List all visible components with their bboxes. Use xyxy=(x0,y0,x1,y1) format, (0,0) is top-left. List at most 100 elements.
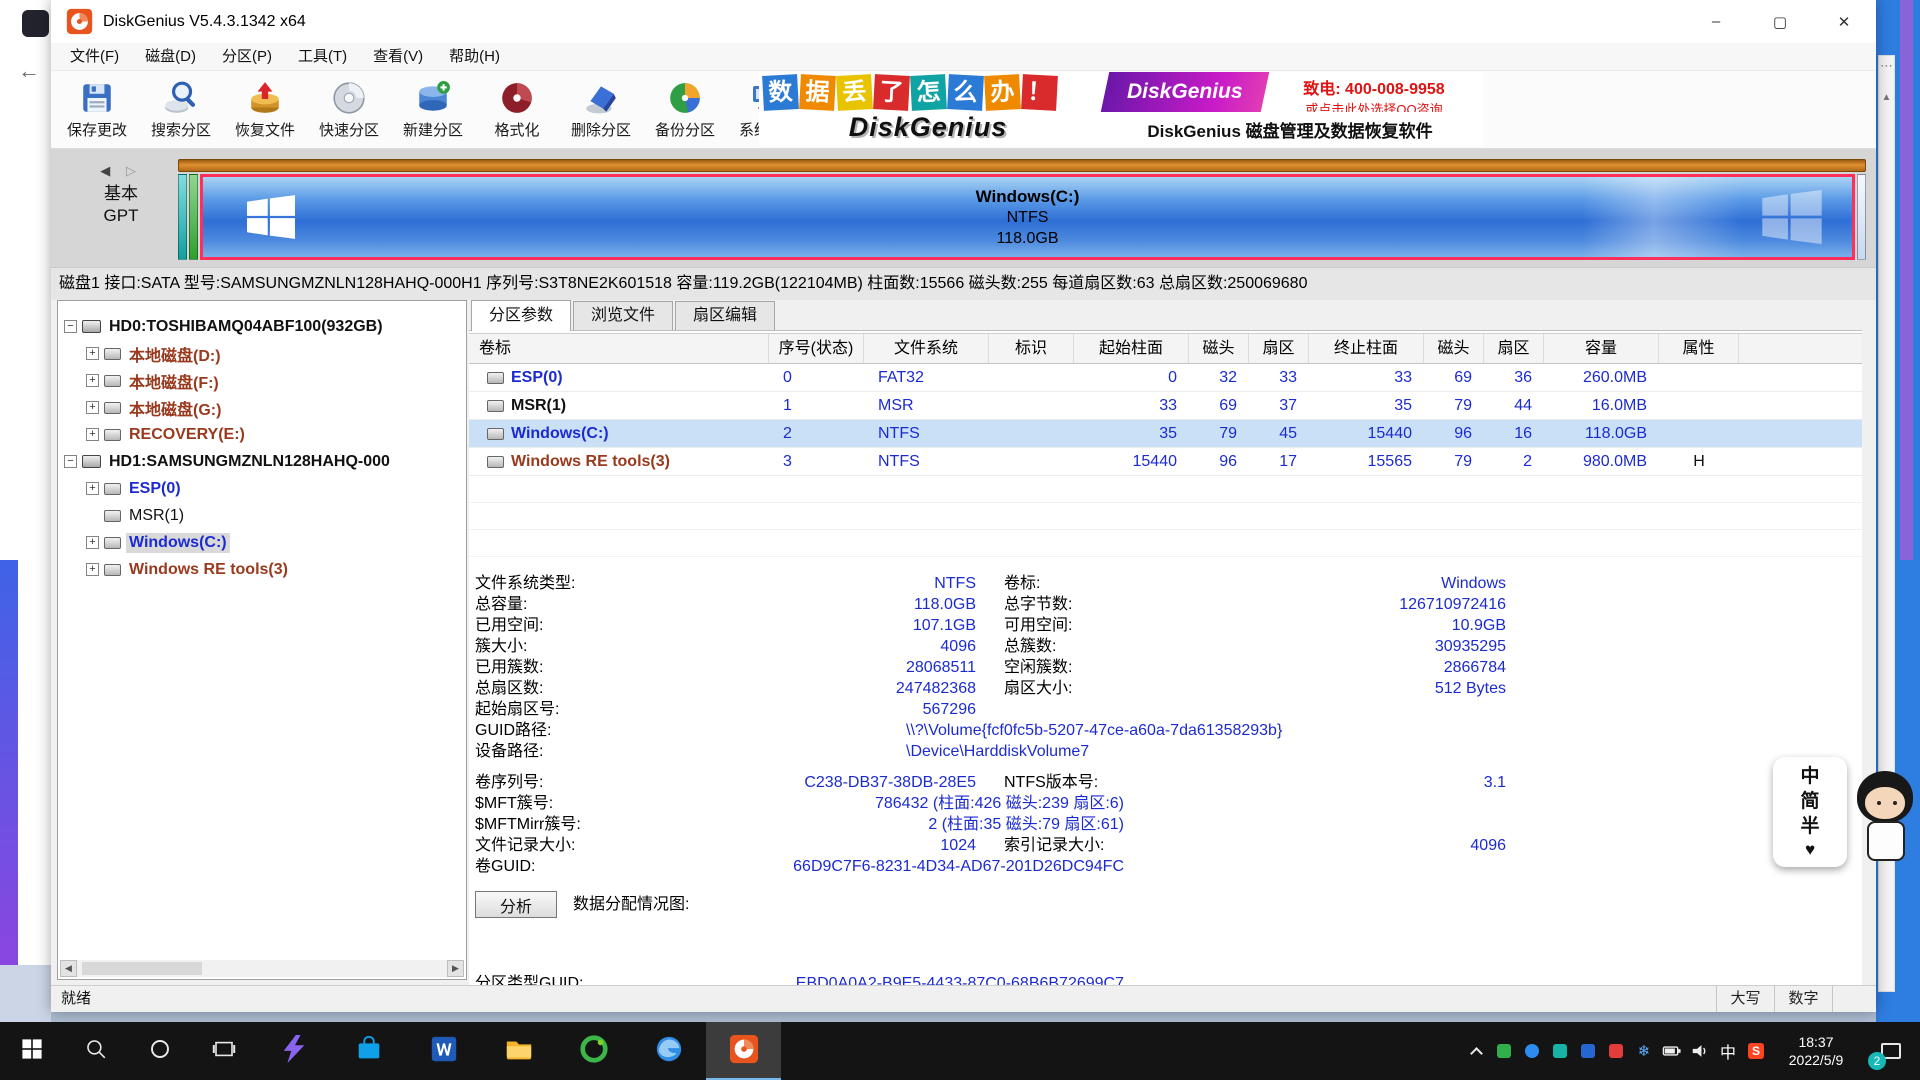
battery-icon[interactable] xyxy=(1658,1022,1686,1080)
table-row-esp-0[interactable]: ESP(0)0FAT3203233336936260.0MB xyxy=(469,364,1862,392)
tree-expand-icon[interactable]: + xyxy=(86,401,99,414)
messenger-blue-icon[interactable] xyxy=(1574,1022,1602,1080)
notification-center-button[interactable]: 2 xyxy=(1862,1022,1920,1080)
analyze-button[interactable]: 分析 xyxy=(475,891,557,918)
table-row-windows-c[interactable]: Windows(C:)2NTFS357945154409616118.0GB xyxy=(469,420,1862,448)
column-header-item[interactable]: 起始柱面 xyxy=(1074,334,1189,363)
tree-expand-icon[interactable]: + xyxy=(86,563,99,576)
column-header-item[interactable]: 磁头 xyxy=(1189,334,1249,363)
column-header-item[interactable]: 终止柱面 xyxy=(1309,334,1424,363)
sidebar-item-esp-0[interactable]: + ESP(0) xyxy=(60,475,464,502)
app-diskgenius[interactable] xyxy=(706,1022,781,1080)
toolbar-item[interactable]: 删除分区 xyxy=(559,73,643,147)
sidebar-item-d[interactable]: +本地磁盘(D:) xyxy=(60,340,464,367)
table-row-msr-1[interactable]: MSR(1)1MSR33693735794416.0MB xyxy=(469,392,1862,420)
partition-esp-strip[interactable] xyxy=(178,174,187,260)
toolbar-item[interactable]: 新建分区 xyxy=(391,73,475,147)
detail-row: 已用空间:107.1GB可用空间:10.9GB xyxy=(469,615,1862,636)
menu-v[interactable]: 查看(V) xyxy=(360,43,436,71)
menu-d[interactable]: 磁盘(D) xyxy=(132,43,209,71)
tree-expand-icon[interactable]: + xyxy=(86,482,99,495)
sogou-input-icon[interactable]: S xyxy=(1742,1022,1770,1080)
app-store[interactable] xyxy=(331,1022,406,1080)
volume-icon[interactable] xyxy=(1686,1022,1714,1080)
sidebar-horizontal-scrollbar[interactable]: ◀ ▶ xyxy=(60,960,464,977)
red-app-icon[interactable] xyxy=(1602,1022,1630,1080)
tree-expand-icon[interactable]: + xyxy=(86,347,99,360)
scrollbar-thumb[interactable] xyxy=(82,962,202,975)
menu-h[interactable]: 帮助(H) xyxy=(436,43,513,71)
tree-expand-icon[interactable]: + xyxy=(86,428,99,441)
snowflake-app-icon[interactable]: ❄ xyxy=(1630,1022,1658,1080)
sidebar-item-recovery-e[interactable]: +RECOVERY(E:) xyxy=(60,421,464,448)
menu-f[interactable]: 文件(F) xyxy=(57,43,132,71)
sidebar-item-hd0-toshibamq04abf100-932gb[interactable]: −HD0:TOSHIBAMQ04ABF100(932GB) xyxy=(60,313,464,340)
ad-banner[interactable]: 数据丢了怎么办！ DiskGenius DiskGenius 致电: 400-0… xyxy=(759,72,1483,147)
toolbar-item[interactable]: 搜索分区 xyxy=(139,73,223,147)
start-button[interactable] xyxy=(0,1022,64,1080)
app-browser-green[interactable] xyxy=(556,1022,631,1080)
partition-windows-c[interactable]: Windows(C:) NTFS 118.0GB xyxy=(200,174,1855,260)
detail-label: 分区类型GUID: xyxy=(475,973,583,985)
tray-expand-chevron-icon[interactable] xyxy=(1462,1022,1490,1080)
tree-expand-icon[interactable]: − xyxy=(64,455,77,468)
column-header-item[interactable]: 磁头 xyxy=(1424,334,1484,363)
column-header-item[interactable]: 属性 xyxy=(1659,334,1739,363)
taskbar-clock[interactable]: 18:37 2022/5/9 xyxy=(1770,1022,1862,1080)
search-button[interactable] xyxy=(64,1022,128,1080)
antivirus-green-icon[interactable] xyxy=(1490,1022,1518,1080)
sidebar-item-hd1-samsungmznln128hahq-000[interactable]: −HD1:SAMSUNGMZNLN128HAHQ-000 xyxy=(60,448,464,475)
tree-expand-icon[interactable]: + xyxy=(86,536,99,549)
app-file-explorer[interactable] xyxy=(481,1022,556,1080)
banner-phone-label[interactable]: 致电: 400-008-9958 xyxy=(1265,75,1483,99)
tree-expand-icon[interactable]: − xyxy=(64,320,77,333)
column-header-item[interactable]: 序号(状态) xyxy=(769,334,864,363)
toolbar-item[interactable]: 备份分区 xyxy=(643,73,727,147)
menu-t[interactable]: 工具(T) xyxy=(285,43,360,71)
menu-p[interactable]: 分区(P) xyxy=(209,43,285,71)
scroll-right-button[interactable]: ▶ xyxy=(447,960,464,977)
close-button[interactable]: ✕ xyxy=(1812,0,1876,43)
partition-msr-strip[interactable] xyxy=(189,174,198,260)
sidebar-item-label: ESP(0) xyxy=(126,479,184,499)
cortana-button[interactable] xyxy=(128,1022,192,1080)
column-header-item[interactable]: 扇区 xyxy=(1484,334,1544,363)
sidebar-item-windows-re-tools-3[interactable]: +Windows RE tools(3) xyxy=(60,556,464,583)
tab-item[interactable]: 分区参数 xyxy=(471,300,571,331)
toolbar-item[interactable]: 保存更改 xyxy=(55,73,139,147)
sidebar-item-msr-1[interactable]: MSR(1) xyxy=(60,502,464,529)
next-disk-button[interactable]: ▷ xyxy=(126,163,142,178)
app-edge[interactable] xyxy=(631,1022,706,1080)
partition-icon xyxy=(487,400,504,412)
tab-item[interactable]: 浏览文件 xyxy=(573,301,673,330)
sidebar-item-windows-c[interactable]: +Windows(C:) xyxy=(60,529,464,556)
blue-circle-app-icon[interactable] xyxy=(1518,1022,1546,1080)
column-header-item[interactable]: 卷标 xyxy=(469,334,769,363)
ime-card[interactable]: 中简半♥ xyxy=(1773,757,1847,867)
toolbar-item[interactable]: 恢复文件 xyxy=(223,73,307,147)
scroll-left-button[interactable]: ◀ xyxy=(60,960,77,977)
detail-value: \Device\HarddiskVolume7 xyxy=(906,741,1089,762)
tree-expand-icon[interactable]: + xyxy=(86,374,99,387)
sidebar-item-g[interactable]: +本地磁盘(G:) xyxy=(60,394,464,421)
table-row-windows-re-tools-3[interactable]: Windows RE tools(3)3NTFS1544096171556579… xyxy=(469,448,1862,476)
prev-disk-button[interactable]: ◀ xyxy=(100,163,116,178)
column-header-item[interactable]: 扇区 xyxy=(1249,334,1309,363)
sidebar-item-f[interactable]: +本地磁盘(F:) xyxy=(60,367,464,394)
toolbar-item[interactable]: 格式化 xyxy=(475,73,559,147)
column-header-item[interactable]: 文件系统 xyxy=(864,334,989,363)
minimize-button[interactable]: – xyxy=(1684,0,1748,43)
column-header-item[interactable]: 标识 xyxy=(989,334,1074,363)
teal-app-icon[interactable] xyxy=(1546,1022,1574,1080)
ime-chinese-icon[interactable]: 中 xyxy=(1714,1022,1742,1080)
task-view-button[interactable] xyxy=(192,1022,256,1080)
column-header-item[interactable]: 容量 xyxy=(1544,334,1659,363)
ime-status-widget[interactable]: 中简半♥ xyxy=(1773,757,1920,867)
scroll-up-icon[interactable]: ▲ xyxy=(1879,92,1894,103)
tab-item[interactable]: 扇区编辑 xyxy=(675,301,775,330)
toolbar-item[interactable]: 快速分区 xyxy=(307,73,391,147)
app-thunder[interactable] xyxy=(256,1022,331,1080)
app-word[interactable] xyxy=(406,1022,481,1080)
partition-re-tools-strip[interactable] xyxy=(1857,174,1866,260)
maximize-button[interactable]: ▢ xyxy=(1748,0,1812,43)
